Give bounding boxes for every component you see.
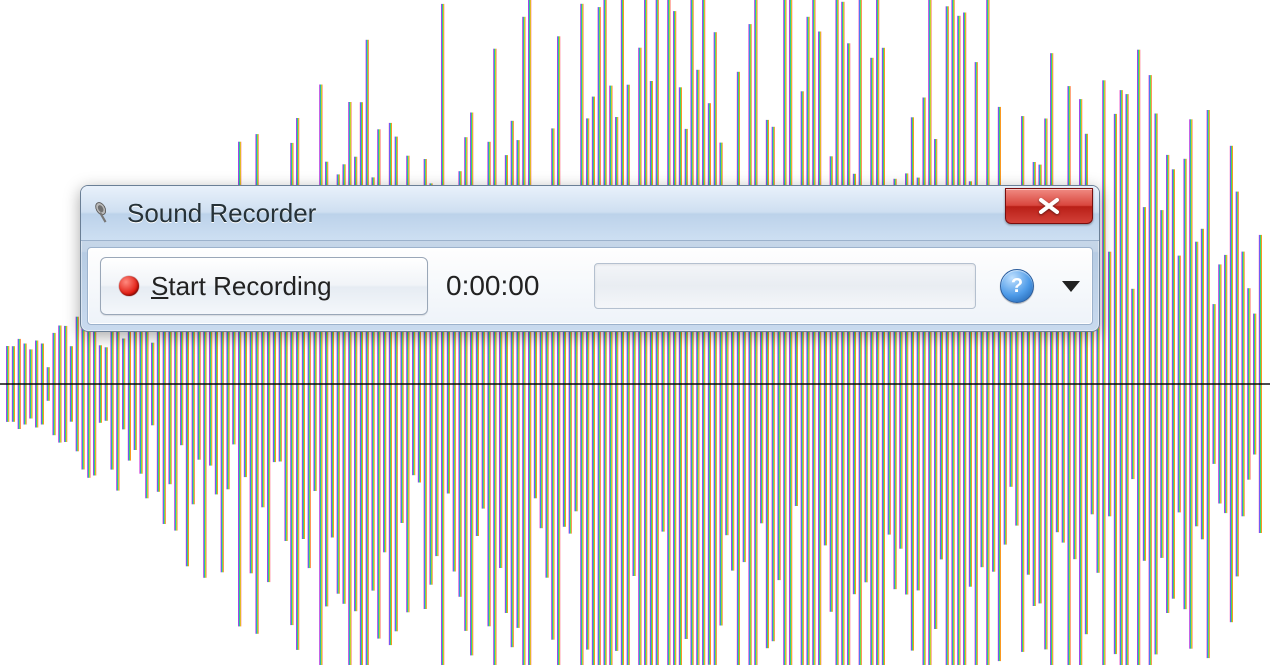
window-title: Sound Recorder (127, 198, 316, 229)
record-icon (119, 276, 139, 296)
microphone-icon (91, 199, 119, 227)
titlebar[interactable]: Sound Recorder (81, 186, 1099, 241)
close-button[interactable] (1005, 188, 1093, 224)
client-area: Start Recording 0:00:00 ? (87, 247, 1093, 325)
menu-dropdown-button[interactable] (1062, 281, 1080, 292)
sound-recorder-window: Sound Recorder Start Recording 0:00:00 ? (80, 185, 1100, 332)
start-recording-label: Start Recording (151, 271, 332, 302)
start-recording-button[interactable]: Start Recording (100, 257, 428, 315)
help-icon: ? (1011, 275, 1023, 298)
help-button[interactable]: ? (1000, 269, 1034, 303)
timer-display: 0:00:00 (446, 270, 576, 302)
audio-level-meter (594, 263, 976, 309)
waveform-background (0, 0, 1270, 665)
close-icon (1036, 197, 1062, 215)
